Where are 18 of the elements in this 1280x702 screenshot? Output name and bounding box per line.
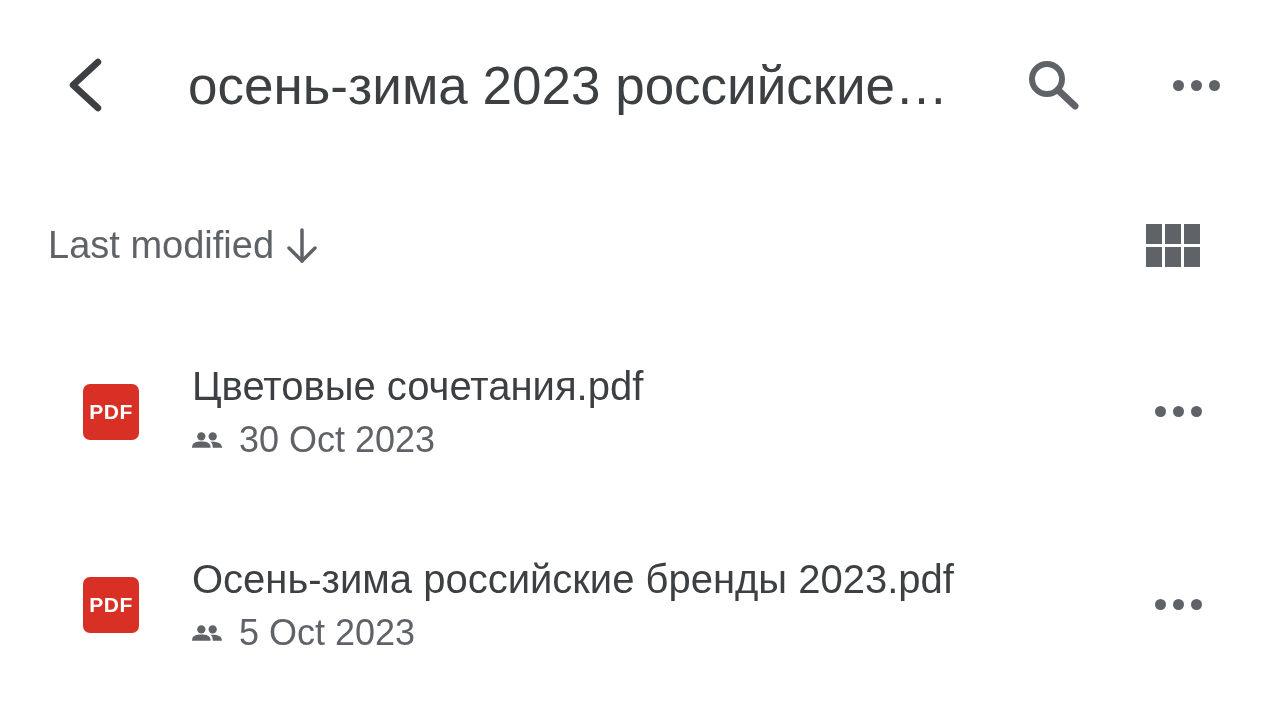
file-name[interactable]: Цветовые сочетания.pdf <box>192 361 1155 410</box>
more-button[interactable] <box>1155 599 1202 610</box>
more-icon <box>1155 406 1202 417</box>
folder-title: осень-зима 2023 российские… <box>188 54 950 116</box>
more-button[interactable] <box>1155 406 1202 417</box>
more-icon <box>1155 599 1202 610</box>
more-button[interactable] <box>1173 79 1220 91</box>
modified-date: 30 Oct 2023 <box>239 418 436 461</box>
pdf-file-tile: PDF <box>83 383 139 440</box>
search-button[interactable] <box>1028 60 1080 110</box>
grid-icon <box>1146 223 1200 267</box>
file-name[interactable]: Осень-зима российские бренды 2023.pdf <box>192 554 1155 603</box>
pdf-file-tile: PDF <box>83 576 139 633</box>
more-icon <box>1173 79 1220 91</box>
grid-view-button[interactable] <box>1146 223 1200 267</box>
sort-button[interactable]: Last modified <box>48 223 320 267</box>
search-icon <box>1028 60 1080 110</box>
modified-date: 5 Oct 2023 <box>239 611 416 654</box>
